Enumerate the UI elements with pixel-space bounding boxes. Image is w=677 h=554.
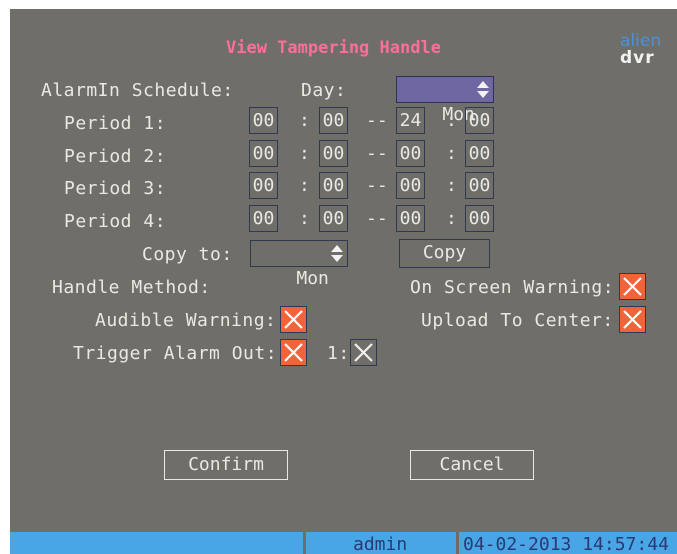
handle-method-label: Handle Method: bbox=[52, 277, 211, 298]
period-2-end-colon: : bbox=[446, 143, 457, 164]
period-2-label: Period 2: bbox=[64, 146, 167, 167]
x-mark-icon bbox=[284, 343, 303, 362]
day-select[interactable]: Mon bbox=[396, 76, 494, 125]
period-3-dash: -- bbox=[366, 175, 388, 196]
on-screen-warning-label: On Screen Warning: bbox=[410, 277, 615, 298]
confirm-button[interactable]: Confirm bbox=[164, 450, 288, 480]
period-4-dash: -- bbox=[366, 208, 388, 229]
status-datetime: 04-02-2013 14:57:44 bbox=[463, 534, 669, 554]
cancel-button[interactable]: Cancel bbox=[410, 450, 534, 480]
period-3-start-m-field[interactable]: 00 bbox=[319, 172, 348, 199]
audible-warning-checkbox[interactable] bbox=[280, 306, 307, 333]
alarm-out-1-label: 1: bbox=[327, 343, 350, 364]
period-1-start-h-field[interactable]: 00 bbox=[249, 107, 278, 134]
status-bar-segment-left bbox=[10, 532, 303, 554]
logo-line-2: dvr bbox=[620, 48, 655, 68]
period-4-start-h-field[interactable]: 00 bbox=[249, 205, 278, 232]
period-4-end-m-field[interactable]: 00 bbox=[465, 205, 494, 232]
alarm-out-1-checkbox[interactable] bbox=[350, 339, 377, 366]
trigger-alarm-out-checkbox[interactable] bbox=[280, 339, 307, 366]
copy-to-label: Copy to: bbox=[142, 244, 233, 265]
dvr-screen: View Tampering Handle alien dvr AlarmIn … bbox=[10, 9, 677, 554]
period-2-end-h-field[interactable]: 00 bbox=[396, 140, 425, 167]
x-mark-icon bbox=[623, 310, 642, 329]
copy-to-select[interactable]: Mon bbox=[250, 240, 348, 289]
period-4-end-h-field[interactable]: 00 bbox=[396, 205, 425, 232]
x-mark-icon bbox=[623, 277, 642, 296]
period-1-end-m-field[interactable]: 00 bbox=[465, 107, 494, 134]
period-3-start-h-field[interactable]: 00 bbox=[249, 172, 278, 199]
x-mark-icon bbox=[354, 343, 373, 362]
period-1-start-colon: : bbox=[299, 110, 310, 131]
period-1-dash: -- bbox=[366, 110, 388, 131]
trigger-alarm-out-label: Trigger Alarm Out: bbox=[73, 343, 278, 364]
page-title: View Tampering Handle bbox=[226, 38, 441, 58]
upload-to-center-checkbox[interactable] bbox=[619, 306, 646, 333]
audible-warning-label: Audible Warning: bbox=[95, 310, 277, 331]
updown-arrow-icon bbox=[475, 80, 489, 99]
period-2-start-m-field[interactable]: 00 bbox=[319, 140, 348, 167]
updown-arrow-icon bbox=[329, 244, 343, 263]
period-3-end-h-field[interactable]: 00 bbox=[396, 172, 425, 199]
period-3-label: Period 3: bbox=[64, 178, 167, 199]
copy-to-value: Mon bbox=[296, 268, 329, 289]
day-label: Day: bbox=[301, 80, 347, 101]
period-4-end-colon: : bbox=[446, 208, 457, 229]
period-2-end-m-field[interactable]: 00 bbox=[465, 140, 494, 167]
period-4-start-m-field[interactable]: 00 bbox=[319, 205, 348, 232]
on-screen-warning-checkbox[interactable] bbox=[619, 273, 646, 300]
x-mark-icon bbox=[284, 310, 303, 329]
period-2-dash: -- bbox=[366, 143, 388, 164]
status-bar: admin 04-02-2013 14:57:44 bbox=[10, 532, 677, 554]
period-2-start-h-field[interactable]: 00 bbox=[249, 140, 278, 167]
period-2-start-colon: : bbox=[299, 143, 310, 164]
period-4-start-colon: : bbox=[299, 208, 310, 229]
copy-button[interactable]: Copy bbox=[399, 239, 490, 268]
period-1-label: Period 1: bbox=[64, 113, 167, 134]
period-4-label: Period 4: bbox=[64, 211, 167, 232]
period-1-start-m-field[interactable]: 00 bbox=[319, 107, 348, 134]
alarmin-schedule-label: AlarmIn Schedule: bbox=[41, 80, 234, 101]
brand-logo: alien dvr bbox=[620, 33, 661, 67]
status-user: admin bbox=[353, 534, 408, 554]
period-3-end-colon: : bbox=[446, 175, 457, 196]
period-3-start-colon: : bbox=[299, 175, 310, 196]
period-1-end-h-field[interactable]: 24 bbox=[396, 107, 425, 134]
period-1-end-colon: : bbox=[446, 110, 457, 131]
period-3-end-m-field[interactable]: 00 bbox=[465, 172, 494, 199]
upload-to-center-label: Upload To Center: bbox=[421, 310, 614, 331]
